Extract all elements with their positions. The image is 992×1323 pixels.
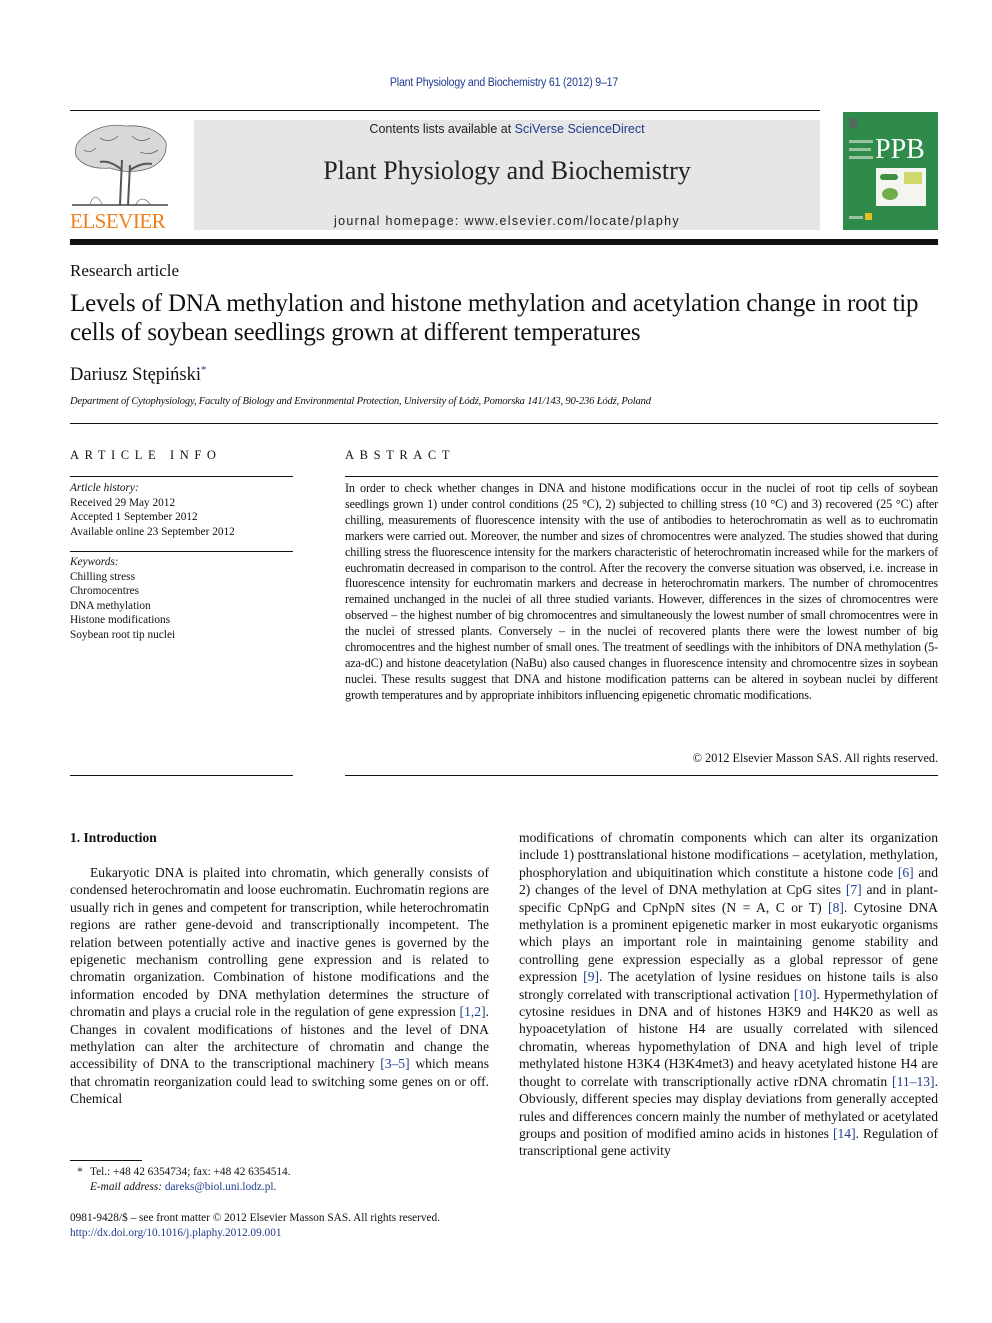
section-heading-introduction: 1. Introduction [70, 830, 157, 845]
history-item: Accepted 1 September 2012 [70, 511, 198, 523]
citation-link[interactable]: [14] [833, 1126, 856, 1141]
citation-link[interactable]: [1,2] [460, 1004, 486, 1019]
email-label: E-mail address: [90, 1181, 165, 1193]
divider [70, 551, 293, 552]
homepage-link[interactable]: www.elsevier.com/locate/plaphy [464, 214, 679, 228]
footnote-divider [70, 1160, 142, 1161]
keywords-label: Keywords: [70, 556, 119, 568]
cover-text-line [849, 216, 863, 219]
author-name[interactable]: Dariusz Stępiński [70, 365, 201, 385]
journal-cover-thumbnail[interactable]: PPB [843, 112, 938, 230]
abstract-heading: ABSTRACT [345, 448, 456, 462]
citation-link[interactable]: [3–5] [380, 1056, 409, 1071]
contents-line: Contents lists available at SciVerse Sci… [194, 122, 820, 136]
citation-link[interactable]: [9] [583, 969, 599, 984]
contents-prefix: Contents lists available at [369, 122, 515, 136]
journal-name: Plant Physiology and Biochemistry [323, 156, 691, 185]
issn-line: 0981-9428/$ – see front matter © 2012 El… [70, 1212, 441, 1224]
history-label: Article history: [70, 482, 139, 494]
keyword: DNA methylation [70, 599, 151, 612]
footnote: * Tel.: +48 42 6354734; fax: +48 42 63545… [70, 1165, 291, 1195]
citation-link[interactable]: [10] [794, 987, 817, 1002]
corresponding-author-mark[interactable]: * [201, 364, 207, 376]
cover-text-line [849, 148, 871, 151]
divider [345, 775, 938, 776]
article-info-heading: ARTICLE INFO [70, 448, 222, 462]
keyword: Chromocentres [70, 585, 140, 597]
divider [70, 476, 293, 477]
tree-icon [72, 124, 168, 206]
body-text: modifications of chromatin components wh… [519, 830, 938, 880]
history-item: Received 29 May 2012 [70, 496, 176, 509]
article-type: Research article [70, 261, 180, 280]
footnote-contact: * Tel.: +48 42 6354734; fax: +48 42 63545… [70, 1165, 291, 1180]
author: Dariusz Stępiński* [70, 364, 207, 386]
copyright: © 2012 Elsevier Masson SAS. All rights r… [692, 751, 938, 765]
sciencedirect-link[interactable]: SciVerse ScienceDirect [515, 122, 645, 136]
elsevier-mini-logo-icon [849, 118, 857, 128]
article-history: Article history: Received 29 May 2012 Ac… [70, 481, 293, 539]
keyword: Soybean root tip nuclei [70, 628, 176, 641]
divider [70, 423, 938, 424]
email-end: . [273, 1181, 277, 1193]
keyword: Chilling stress [70, 570, 135, 583]
citation-link[interactable]: [7] [846, 882, 862, 897]
keyword: Histone modifications [70, 614, 171, 626]
footnote-phone: Tel.: +48 42 6354734; fax: +48 42 635451… [90, 1166, 291, 1178]
article-title: Levels of DNA methylation and histone me… [70, 290, 919, 346]
cover-badge-icon [865, 213, 872, 220]
divider [70, 110, 820, 111]
journal-banner: Contents lists available at SciVerse Sci… [194, 120, 820, 230]
email-link[interactable]: dareks@biol.uni.lodz.pl [165, 1181, 274, 1193]
affiliation: Department of Cytophysiology, Faculty of… [70, 396, 651, 407]
cover-figure [876, 168, 926, 206]
journal-citation[interactable]: Plant Physiology and Biochemistry 61 (20… [40, 77, 967, 89]
homepage-label: journal homepage: [334, 214, 465, 228]
footnote-mark: * [77, 1166, 83, 1178]
homepage-line: journal homepage: www.elsevier.com/locat… [194, 214, 820, 228]
front-matter: 0981-9428/$ – see front matter © 2012 El… [70, 1211, 440, 1241]
body-text: Eukaryotic DNA is plaited into chromatin… [70, 865, 489, 1020]
leaf-icon [882, 188, 898, 200]
citation-link[interactable]: [8] [828, 900, 844, 915]
footnote-email-line: E-mail address: dareks@biol.uni.lodz.pl. [70, 1180, 291, 1195]
divider [345, 476, 938, 477]
diagram-icon [904, 172, 922, 184]
divider [70, 239, 938, 245]
cover-title: PPB [875, 134, 925, 165]
keywords: Keywords: Chilling stress Chromocentres … [70, 555, 293, 642]
abstract-text: In order to check whether changes in DNA… [345, 481, 938, 702]
citation-link[interactable]: [6] [898, 865, 914, 880]
cover-text-line [849, 156, 873, 159]
history-item: Available online 23 September 2012 [70, 525, 235, 538]
body-column-left: Eukaryotic DNA is plaited into chromatin… [70, 864, 489, 1108]
divider [70, 775, 293, 776]
cover-text-line [849, 140, 873, 143]
body-column-right: modifications of chromatin components wh… [519, 829, 938, 1160]
citation-link[interactable]: [11–13] [892, 1074, 935, 1089]
elsevier-wordmark[interactable]: ELSEVIER [70, 209, 170, 234]
doi-link[interactable]: http://dx.doi.org/10.1016/j.plaphy.2012.… [70, 1226, 440, 1241]
leaf-icon [880, 174, 898, 180]
